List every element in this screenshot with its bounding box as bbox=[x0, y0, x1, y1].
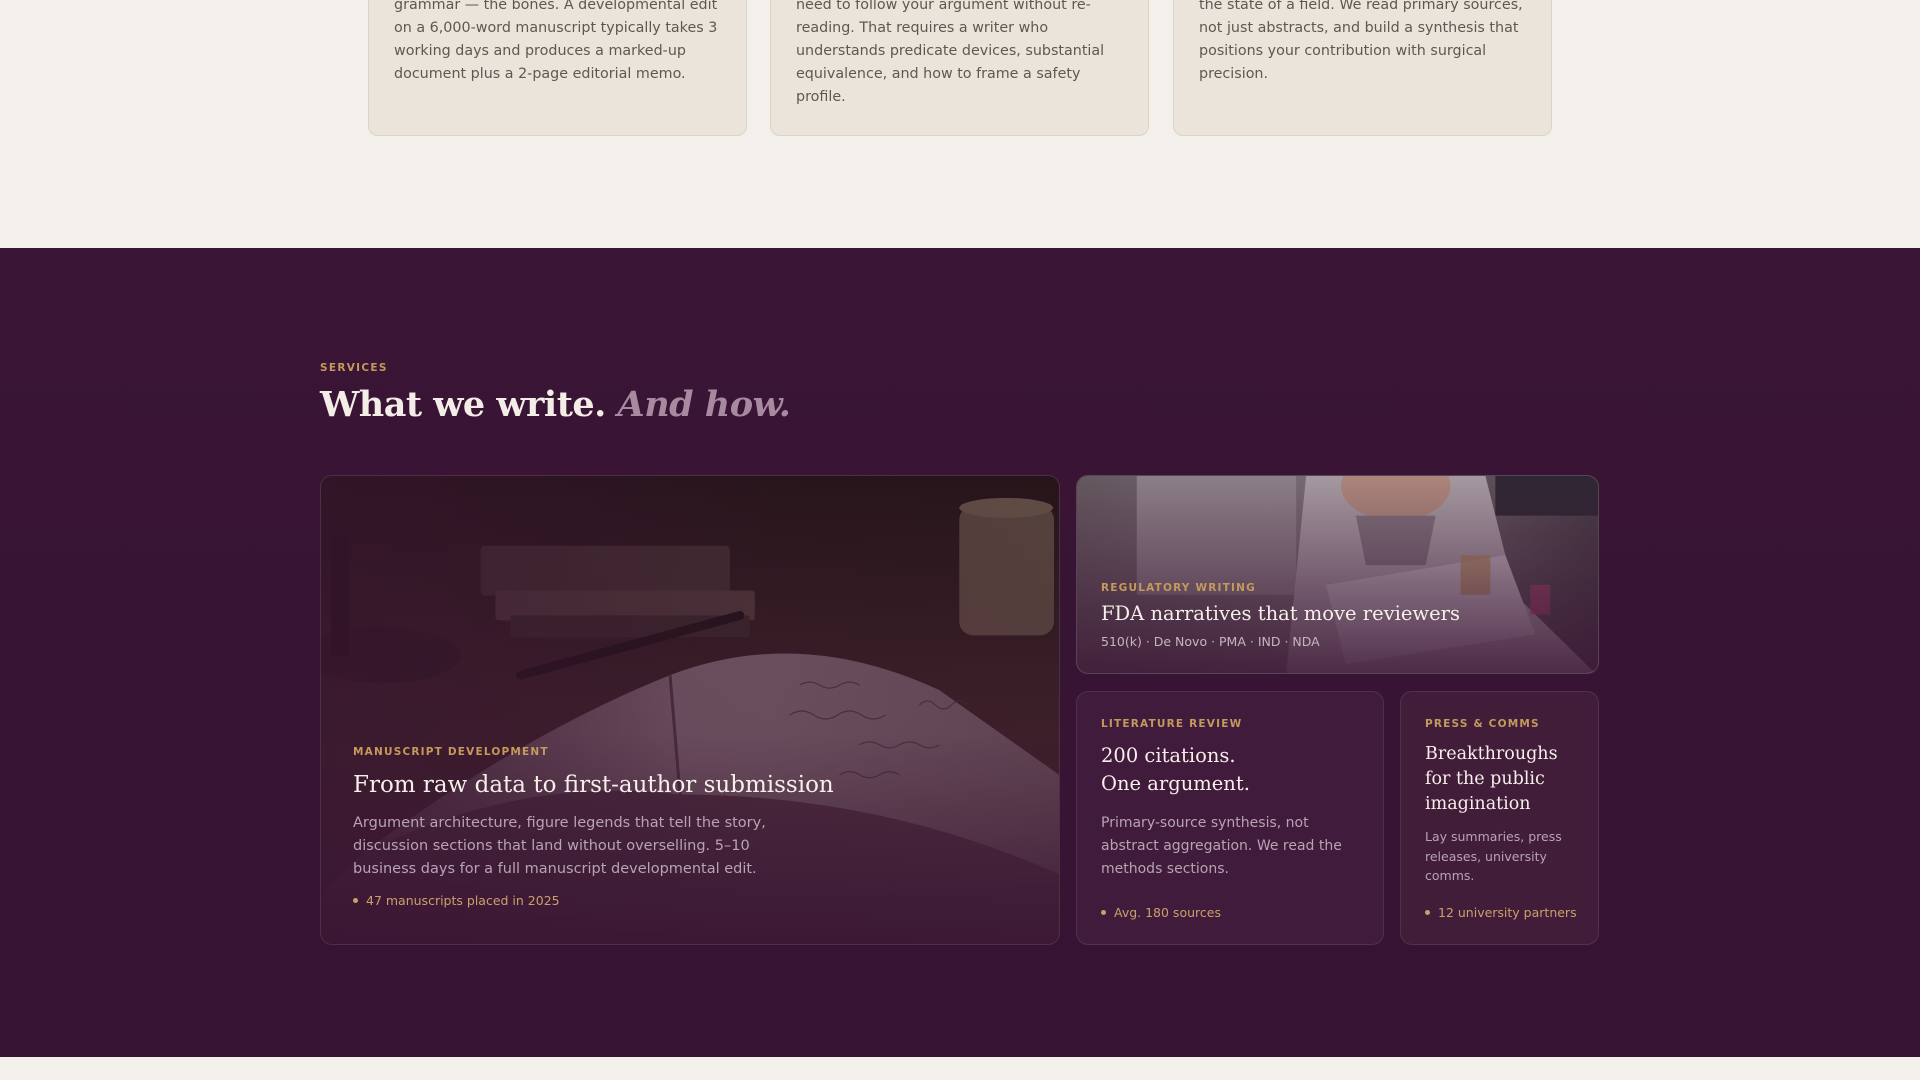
regulatory-card-label: REGULATORY WRITING bbox=[1101, 582, 1256, 594]
manuscript-card-text: Argument architecture, figure legends th… bbox=[353, 815, 766, 877]
process-card-developmental: grammar — the bones. A developmental edi… bbox=[368, 0, 747, 136]
process-card-text: grammar — the bones. A developmental edi… bbox=[394, 0, 718, 82]
process-card-text: need to follow your argument without re-… bbox=[796, 0, 1105, 105]
literature-card-content: LITERATURE REVIEW 200 citations. One arg… bbox=[1101, 718, 1363, 881]
process-card-regulatory: need to follow your argument without re-… bbox=[770, 0, 1149, 136]
process-section: grammar — the bones. A developmental edi… bbox=[0, 0, 1920, 248]
press-card-meta: 12 university partners bbox=[1425, 905, 1577, 920]
bullet-dot-icon bbox=[1101, 910, 1106, 915]
press-card-content: PRESS & COMMS Breakthroughs for the publ… bbox=[1425, 718, 1584, 886]
services-eyebrow: SERVICES bbox=[320, 362, 388, 374]
manuscript-card-label: MANUSCRIPT DEVELOPMENT bbox=[353, 746, 549, 758]
regulatory-card-title: FDA narratives that move reviewers bbox=[1101, 602, 1460, 625]
next-section-edge bbox=[0, 1057, 1920, 1080]
literature-card-title: 200 citations. One argument. bbox=[1101, 742, 1363, 798]
manuscript-card-title: From raw data to first-author submission bbox=[353, 772, 834, 798]
bullet-dot-icon bbox=[353, 898, 358, 903]
manuscript-card-content: MANUSCRIPT DEVELOPMENT From raw data to … bbox=[353, 746, 834, 908]
press-card-text: Lay summaries, press releases, universit… bbox=[1425, 829, 1562, 883]
literature-card-meta: Avg. 180 sources bbox=[1101, 905, 1221, 920]
literature-card-title-line1: 200 citations. bbox=[1101, 744, 1236, 767]
literature-card-label: LITERATURE REVIEW bbox=[1101, 718, 1243, 730]
literature-card-meta-text: Avg. 180 sources bbox=[1114, 905, 1221, 920]
process-card-literature: the state of a field. We read primary so… bbox=[1173, 0, 1552, 136]
literature-card-title-line2: One argument. bbox=[1101, 772, 1250, 795]
literature-card[interactable]: LITERATURE REVIEW 200 citations. One arg… bbox=[1076, 691, 1384, 945]
press-card-title: Breakthroughs for the public imagination bbox=[1425, 744, 1558, 814]
services-section: SERVICES What we write. And how. MANUSCR… bbox=[0, 248, 1920, 1057]
services-heading: What we write. And how. bbox=[320, 384, 791, 425]
manuscript-card-meta-text: 47 manuscripts placed in 2025 bbox=[366, 893, 560, 908]
services-heading-accent: And how. bbox=[617, 384, 791, 425]
literature-card-text: Primary-source synthesis, not abstract a… bbox=[1101, 815, 1342, 877]
manuscript-card[interactable]: MANUSCRIPT DEVELOPMENT From raw data to … bbox=[320, 475, 1060, 945]
regulatory-card-submissions: 510(k) · De Novo · PMA · IND · NDA bbox=[1101, 634, 1320, 649]
regulatory-card[interactable]: REGULATORY WRITING FDA narratives that m… bbox=[1076, 475, 1599, 674]
services-heading-main: What we write. bbox=[320, 384, 606, 425]
bullet-dot-icon bbox=[1425, 910, 1430, 915]
manuscript-card-meta: 47 manuscripts placed in 2025 bbox=[353, 893, 773, 908]
press-card-meta-text: 12 university partners bbox=[1438, 905, 1577, 920]
regulatory-card-content: REGULATORY WRITING FDA narratives that m… bbox=[1101, 582, 1574, 649]
process-card-text: the state of a field. We read primary so… bbox=[1199, 0, 1523, 82]
press-card[interactable]: PRESS & COMMS Breakthroughs for the publ… bbox=[1400, 691, 1599, 945]
press-card-label: PRESS & COMMS bbox=[1425, 718, 1540, 730]
